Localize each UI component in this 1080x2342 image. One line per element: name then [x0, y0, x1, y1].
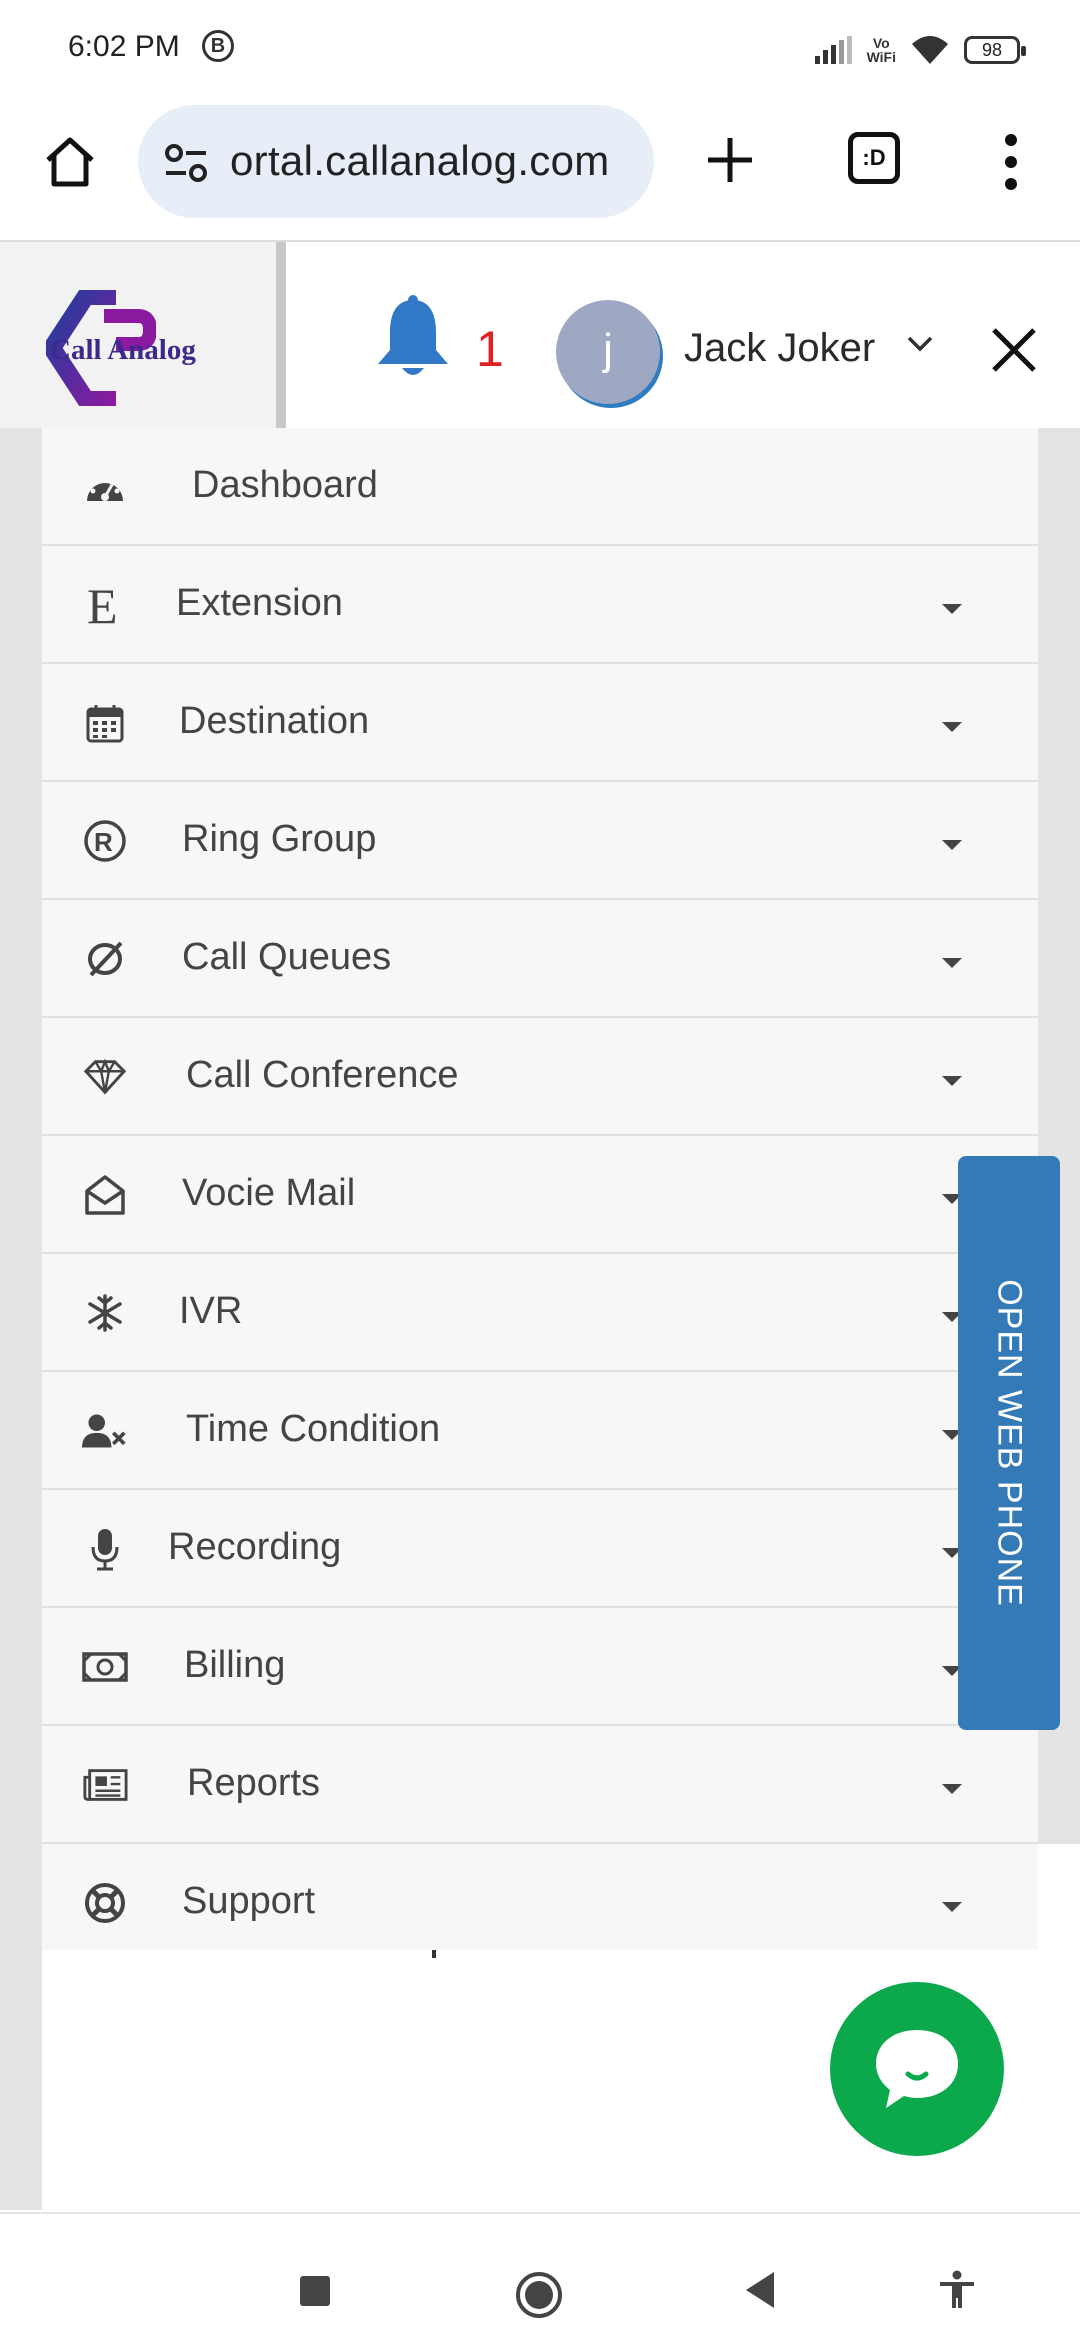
- android-nav-bar: [0, 2212, 1080, 2342]
- browser-toolbar: ortal.callanalog.com :D: [0, 100, 1080, 242]
- registered-icon: R: [82, 818, 128, 864]
- sidebar-item-label: Extension: [176, 582, 343, 624]
- status-time: 6:02 PM: [68, 30, 180, 63]
- home-nav-button[interactable]: [514, 2270, 564, 2320]
- sidebar-item-label: Vocie Mail: [182, 1172, 356, 1214]
- sidebar-item-dashboard[interactable]: Dashboard: [42, 428, 1038, 546]
- snowflake-icon: [82, 1290, 128, 1336]
- sidebar-item-call-conference[interactable]: Call Conference: [42, 1018, 1038, 1136]
- status-icons: Vo WiFi 98: [813, 30, 1026, 70]
- recents-button[interactable]: [300, 2276, 330, 2306]
- sidebar-item-label: Billing: [184, 1644, 286, 1686]
- logo-area[interactable]: Call Analog: [0, 242, 286, 428]
- plus-icon: [708, 138, 752, 182]
- sidebar-item-label: IVR: [179, 1290, 243, 1332]
- app-header: Call Analog 1 j Jack Joker: [0, 242, 1080, 428]
- money-bill-icon: [82, 1644, 128, 1690]
- browser-menu-button[interactable]: [990, 130, 1032, 194]
- address-bar[interactable]: ortal.callanalog.com: [138, 105, 654, 218]
- sidebar-item-label: Call Conference: [186, 1054, 459, 1096]
- vowifi-line2: WiFi: [866, 49, 896, 65]
- web-phone-label: OPEN WEB PHONE: [990, 1279, 1029, 1607]
- sidebar-item-label: Reports: [187, 1762, 321, 1804]
- tachometer-icon: [82, 464, 128, 510]
- sidebar-item-billing[interactable]: Billing: [42, 1608, 1038, 1726]
- sidebar-item-label: Destination: [179, 700, 370, 742]
- sidebar-item-label: Dashboard: [192, 464, 378, 506]
- home-button[interactable]: [40, 132, 100, 192]
- wifi-icon: [910, 34, 950, 66]
- user-name[interactable]: Jack Joker: [684, 326, 875, 371]
- signal-icon: [813, 36, 853, 64]
- sidebar-item-voice-mail[interactable]: Vocie Mail: [42, 1136, 1038, 1254]
- accessibility-button[interactable]: [938, 2270, 976, 2315]
- close-icon: [992, 328, 1036, 372]
- caret-down-icon: [942, 604, 962, 614]
- sidebar-item-call-queues[interactable]: Call Queues: [42, 900, 1038, 1018]
- site-settings-icon[interactable]: [162, 141, 210, 190]
- back-triangle-icon: [746, 2272, 774, 2308]
- newspaper-icon: [82, 1762, 128, 1808]
- sidebar-item-ring-group[interactable]: R Ring Group: [42, 782, 1038, 900]
- sidebar-item-time-condition[interactable]: Time Condition: [42, 1372, 1038, 1490]
- status-bar: 6:02 PM B Vo WiFi 98: [0, 0, 1080, 100]
- svg-text:R: R: [94, 827, 113, 857]
- sidebar-item-ivr[interactable]: IVR: [42, 1254, 1038, 1372]
- notifications-button[interactable]: [370, 294, 456, 384]
- bell-icon: [378, 295, 448, 375]
- home-circle-icon: [516, 2272, 562, 2318]
- accessibility-icon: [940, 2270, 974, 2308]
- letter-e-icon: E: [82, 581, 128, 629]
- sidebar-item-label: Time Condition: [186, 1408, 441, 1450]
- avatar[interactable]: j: [556, 300, 660, 404]
- url-text[interactable]: ortal.callanalog.com: [230, 137, 610, 185]
- sidebar-menu: Dashboard E Extension Destination R Ring…: [42, 428, 1038, 1962]
- logo-text: Call Analog: [50, 334, 196, 366]
- b-badge-icon: B: [202, 30, 234, 62]
- tab-switcher-button[interactable]: :D: [848, 132, 900, 184]
- chat-button[interactable]: [830, 1982, 1004, 2156]
- close-menu-button[interactable]: [988, 324, 1040, 376]
- caret-down-icon: [942, 1902, 962, 1912]
- caret-down-icon: [942, 1784, 962, 1794]
- sidebar-item-reports[interactable]: Reports: [42, 1726, 1038, 1844]
- sidebar-item-destination[interactable]: Destination: [42, 664, 1038, 782]
- envelope-open-icon: [82, 1172, 128, 1218]
- back-button[interactable]: [742, 2270, 778, 2315]
- queue-loop-icon: [82, 936, 128, 982]
- diamond-icon: [82, 1054, 128, 1100]
- page-backdrop-left: [0, 428, 42, 2210]
- sidebar-item-label: Support: [182, 1880, 316, 1922]
- vowifi-icon: Vo WiFi: [867, 36, 896, 64]
- sidebar-item-recording[interactable]: Recording: [42, 1490, 1038, 1608]
- calendar-icon: [82, 700, 128, 746]
- notification-count: 1: [476, 321, 504, 377]
- caret-down-icon: [942, 722, 962, 732]
- battery-icon: 98: [964, 36, 1026, 64]
- chevron-down-icon[interactable]: [906, 334, 934, 359]
- caret-down-icon: [942, 840, 962, 850]
- microphone-icon: [82, 1526, 128, 1572]
- caret-down-icon: [942, 1076, 962, 1086]
- sidebar-item-extension[interactable]: E Extension: [42, 546, 1038, 664]
- caret-down-icon: [942, 958, 962, 968]
- user-times-icon: [82, 1408, 128, 1454]
- life-ring-icon: [82, 1880, 128, 1926]
- chat-bubble-icon: [876, 2030, 958, 2108]
- sidebar-item-label: Ring Group: [182, 818, 377, 860]
- new-tab-button[interactable]: [700, 130, 760, 190]
- text-fragment: [432, 1950, 436, 1958]
- svg-text:E: E: [87, 581, 118, 629]
- sidebar-item-label: Recording: [168, 1526, 342, 1568]
- home-icon: [46, 137, 94, 187]
- sidebar-item-support[interactable]: Support: [42, 1844, 1038, 1962]
- open-web-phone-button[interactable]: OPEN WEB PHONE: [958, 1156, 1060, 1730]
- sidebar-item-label: Call Queues: [182, 936, 392, 978]
- more-vert-icon: [1005, 134, 1017, 190]
